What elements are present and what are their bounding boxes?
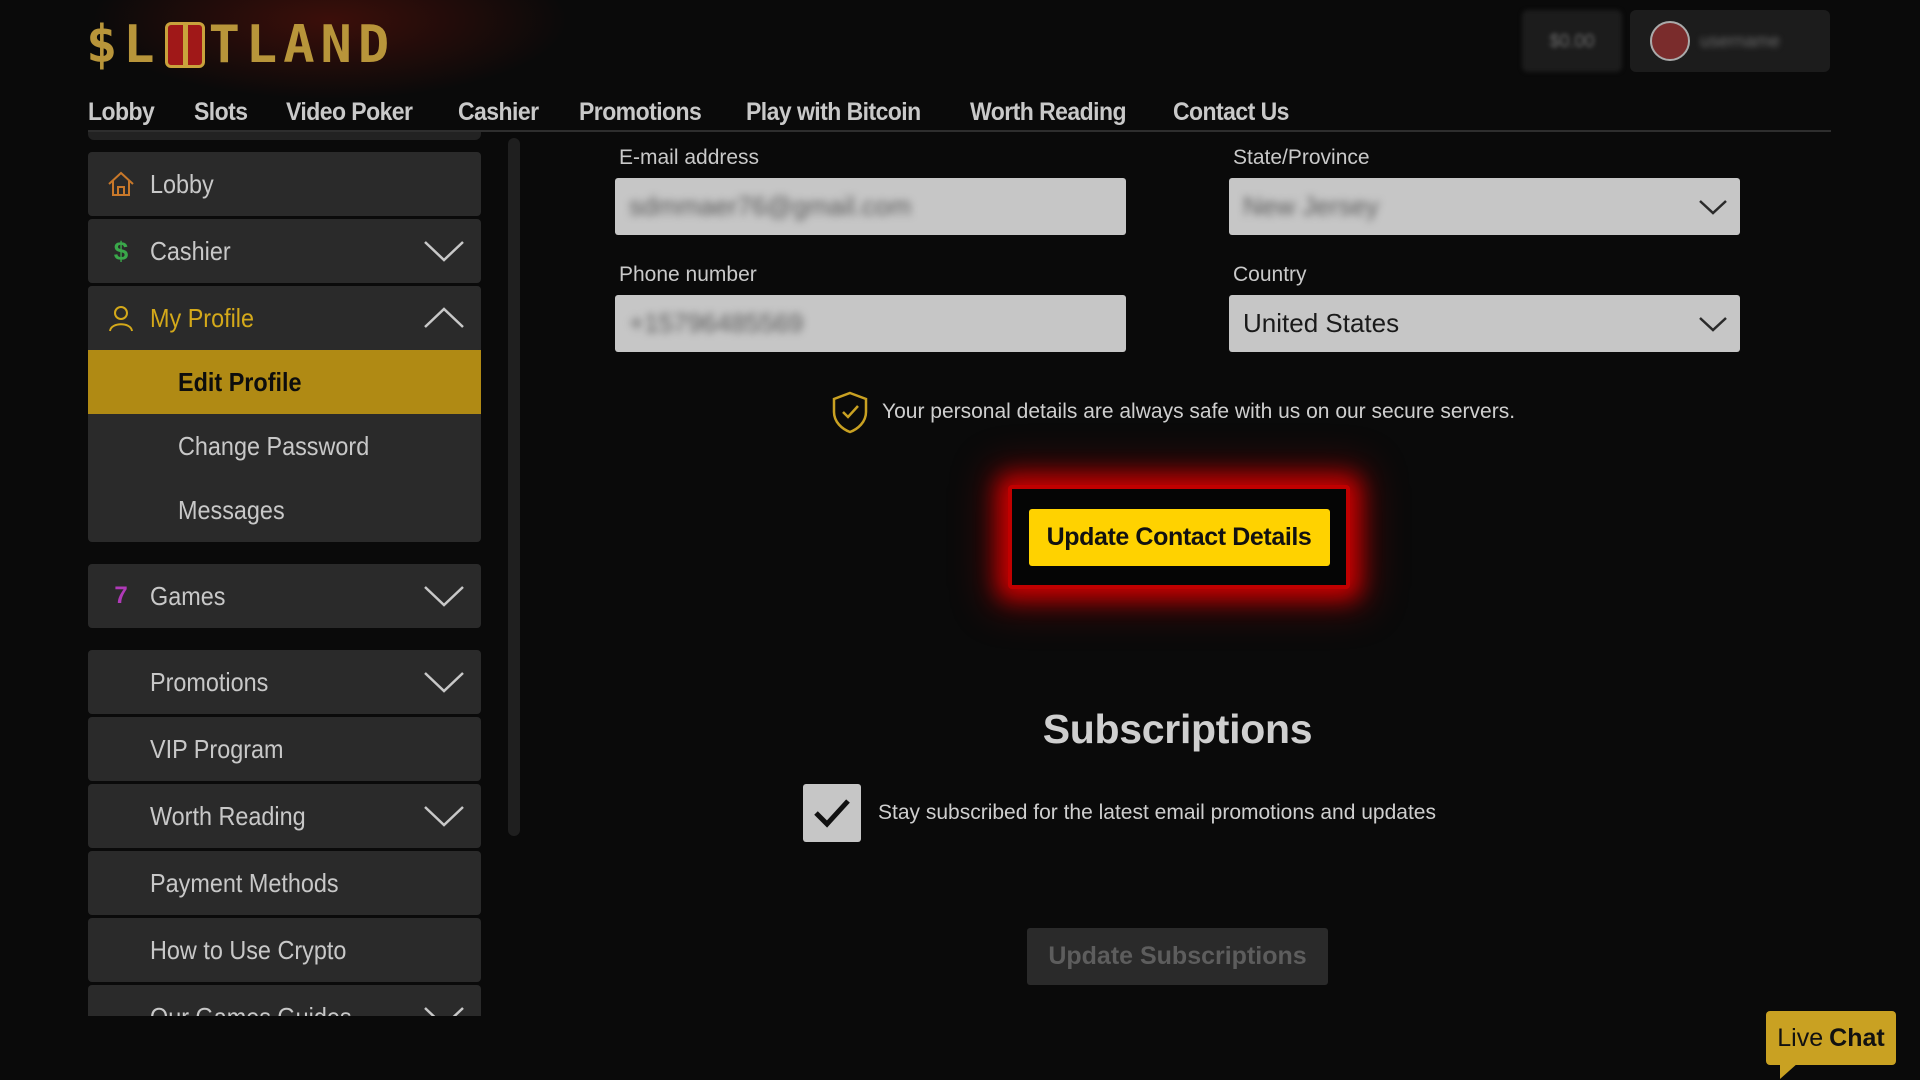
seven-icon: 7 xyxy=(114,582,128,609)
chevron-down-icon xyxy=(1699,316,1727,332)
sidebar: Lobby $ Cashier My Profile Edit Profile … xyxy=(88,138,481,1016)
logo-text-end: TLAND xyxy=(208,15,396,75)
nav-cashier[interactable]: Cashier xyxy=(458,92,539,130)
sidebar-sub-change-password[interactable]: Change Password xyxy=(88,414,481,478)
slotland-logo[interactable]: $L TLAND xyxy=(86,15,396,75)
sidebar-item-payment-methods[interactable]: Payment Methods xyxy=(88,851,481,915)
avatar xyxy=(1650,21,1690,61)
sidebar-item-label: Lobby xyxy=(150,168,214,199)
sidebar-group-my-profile: My Profile Edit Profile Change Password … xyxy=(88,286,481,542)
home-icon xyxy=(106,169,136,199)
live-chat-live: Live xyxy=(1777,1023,1824,1052)
update-subscriptions-button[interactable]: Update Subscriptions xyxy=(1027,928,1328,985)
country-select[interactable]: United States xyxy=(1229,295,1740,352)
top-navigation: Lobby Slots Video Poker Cashier Promotio… xyxy=(88,92,1831,132)
nav-promotions[interactable]: Promotions xyxy=(579,92,702,130)
live-chat-chat: Chat xyxy=(1829,1023,1885,1052)
email-label: E-mail address xyxy=(619,146,760,169)
nav-slots[interactable]: Slots xyxy=(194,92,248,130)
country-value: United States xyxy=(1243,308,1400,338)
sidebar-item-worth-reading[interactable]: Worth Reading xyxy=(88,784,481,848)
update-contact-details-button[interactable]: Update Contact Details xyxy=(1028,508,1330,566)
sidebar-item-label: Our Games Guides xyxy=(150,1002,352,1017)
phone-field[interactable]: +15796485569 xyxy=(615,295,1126,352)
sidebar-item-promotions[interactable]: Promotions xyxy=(88,650,481,714)
checkmark-icon xyxy=(814,799,850,828)
sidebar-item-how-to-use-crypto[interactable]: How to Use Crypto xyxy=(88,918,481,982)
gift-icon xyxy=(164,22,205,68)
nav-contact-us[interactable]: Contact Us xyxy=(1173,92,1289,130)
phone-label: Phone number xyxy=(619,263,757,286)
user-icon xyxy=(106,303,136,333)
sidebar-item-label: Promotions xyxy=(150,666,269,697)
state-select[interactable]: New Jersey xyxy=(1229,178,1740,235)
sidebar-item-cashier[interactable]: $ Cashier xyxy=(88,219,481,283)
nav-worth-reading[interactable]: Worth Reading xyxy=(970,92,1127,130)
sidebar-item-label: Payment Methods xyxy=(150,867,339,898)
dollar-icon: $ xyxy=(113,235,129,266)
chevron-down-icon xyxy=(424,241,464,262)
update-contact-highlight: Update Contact Details xyxy=(1008,485,1350,589)
sidebar-sub-edit-profile[interactable]: Edit Profile xyxy=(88,350,481,414)
logo-text-start: $L xyxy=(86,15,161,75)
subscription-label: Stay subscribed for the latest email pro… xyxy=(878,801,1436,824)
sidebar-sub-label: Change Password xyxy=(178,430,370,461)
sidebar-item-partial[interactable]: Our Games Guides xyxy=(88,985,481,1016)
sidebar-item-my-profile[interactable]: My Profile xyxy=(88,286,481,350)
email-field[interactable]: sdmmaer76@gmail.com xyxy=(615,178,1126,235)
email-value: sdmmaer76@gmail.com xyxy=(629,191,912,221)
sidebar-item-label: Games xyxy=(150,580,226,611)
sidebar-item-lobby[interactable]: Lobby xyxy=(88,152,481,216)
nav-play-with-bitcoin[interactable]: Play with Bitcoin xyxy=(746,92,921,130)
live-chat-button[interactable]: Live Chat xyxy=(1766,1011,1896,1079)
subscription-checkbox[interactable] xyxy=(803,784,861,842)
sidebar-item-label: My Profile xyxy=(150,302,255,333)
phone-value: +15796485569 xyxy=(629,308,804,338)
subscription-option: Stay subscribed for the latest email pro… xyxy=(803,784,1436,842)
sidebar-sub-label: Messages xyxy=(178,494,285,525)
sidebar-item-label: Cashier xyxy=(150,235,231,266)
chevron-up-icon xyxy=(424,307,464,328)
user-menu[interactable]: username xyxy=(1630,10,1830,72)
secure-note-text: Your personal details are always safe wi… xyxy=(882,400,1516,423)
chevron-down-icon xyxy=(424,672,464,693)
sidebar-item-label: Worth Reading xyxy=(150,800,306,831)
sidebar-sub-messages[interactable]: Messages xyxy=(88,478,481,542)
country-label: Country xyxy=(1233,263,1307,286)
chevron-down-icon xyxy=(1699,199,1727,215)
nav-video-poker[interactable]: Video Poker xyxy=(286,92,413,130)
sidebar-item-label: How to Use Crypto xyxy=(150,934,347,965)
shield-check-icon xyxy=(832,391,868,434)
state-value: New Jersey xyxy=(1243,191,1379,221)
subscriptions-title: Subscriptions xyxy=(1042,706,1313,752)
chevron-down-icon xyxy=(424,586,464,607)
secure-note: Your personal details are always safe wi… xyxy=(830,390,1515,434)
username: username xyxy=(1700,30,1781,51)
header-account: $0.00 username xyxy=(1522,10,1830,72)
sidebar-sub-label: Edit Profile xyxy=(178,366,302,397)
balance-display[interactable]: $0.00 xyxy=(1522,10,1622,72)
nav-lobby[interactable]: Lobby xyxy=(88,92,155,130)
sidebar-item-games[interactable]: 7 Games xyxy=(88,564,481,628)
chevron-down-icon xyxy=(424,806,464,827)
chevron-down-icon xyxy=(424,1007,464,1016)
state-label: State/Province xyxy=(1233,146,1370,169)
